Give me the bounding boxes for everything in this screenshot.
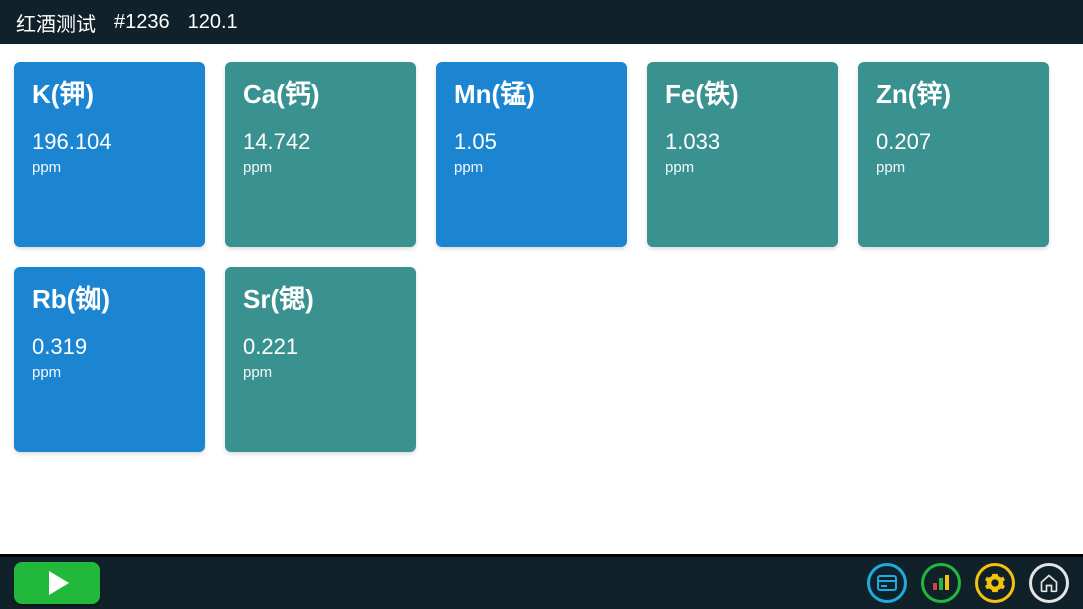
- element-card-zn[interactable]: Zn(锌) 0.207 ppm: [858, 62, 1049, 247]
- element-name: Rb(铷): [32, 285, 187, 314]
- element-grid: K(钾) 196.104 ppm Ca(钙) 14.742 ppm Mn(锰) …: [14, 62, 1069, 452]
- element-name: Zn(锌): [876, 80, 1031, 109]
- element-card-mn[interactable]: Mn(锰) 1.05 ppm: [436, 62, 627, 247]
- element-card-fe[interactable]: Fe(铁) 1.033 ppm: [647, 62, 838, 247]
- element-card-ca[interactable]: Ca(钙) 14.742 ppm: [225, 62, 416, 247]
- element-value: 1.05: [454, 129, 609, 155]
- element-value: 0.207: [876, 129, 1031, 155]
- element-name: Mn(锰): [454, 80, 609, 109]
- element-card-rb[interactable]: Rb(铷) 0.319 ppm: [14, 267, 205, 452]
- element-name: K(钾): [32, 80, 187, 109]
- play-icon: [49, 571, 69, 595]
- settings-button[interactable]: [975, 563, 1015, 603]
- element-value: 196.104: [32, 129, 187, 155]
- element-unit: ppm: [876, 159, 1031, 176]
- element-unit: ppm: [243, 159, 398, 176]
- element-card-k[interactable]: K(钾) 196.104 ppm: [14, 62, 205, 247]
- element-unit: ppm: [454, 159, 609, 176]
- element-unit: ppm: [32, 364, 187, 381]
- element-value: 14.742: [243, 129, 398, 155]
- play-button[interactable]: [14, 562, 100, 604]
- test-id: #1236: [114, 11, 170, 34]
- element-value: 1.033: [665, 129, 820, 155]
- card-icon: [877, 575, 897, 591]
- element-name: Ca(钙): [243, 80, 398, 109]
- footer-right-group: [867, 563, 1069, 603]
- gear-icon: [984, 572, 1006, 594]
- main-panel: K(钾) 196.104 ppm Ca(钙) 14.742 ppm Mn(锰) …: [0, 44, 1083, 554]
- bar-chart-icon: [931, 574, 951, 592]
- home-button[interactable]: [1029, 563, 1069, 603]
- header-bar: 红酒测试 #1236 120.1: [0, 0, 1083, 44]
- element-unit: ppm: [665, 159, 820, 176]
- element-value: 0.221: [243, 334, 398, 360]
- element-unit: ppm: [243, 364, 398, 381]
- element-name: Sr(锶): [243, 285, 398, 314]
- chart-button[interactable]: [921, 563, 961, 603]
- element-value: 0.319: [32, 334, 187, 360]
- card-button[interactable]: [867, 563, 907, 603]
- element-name: Fe(铁): [665, 80, 820, 109]
- test-title: 红酒测试: [16, 8, 96, 37]
- footer-bar: [0, 554, 1083, 609]
- element-unit: ppm: [32, 159, 187, 176]
- home-icon: [1039, 573, 1059, 593]
- element-card-sr[interactable]: Sr(锶) 0.221 ppm: [225, 267, 416, 452]
- test-version: 120.1: [188, 11, 238, 34]
